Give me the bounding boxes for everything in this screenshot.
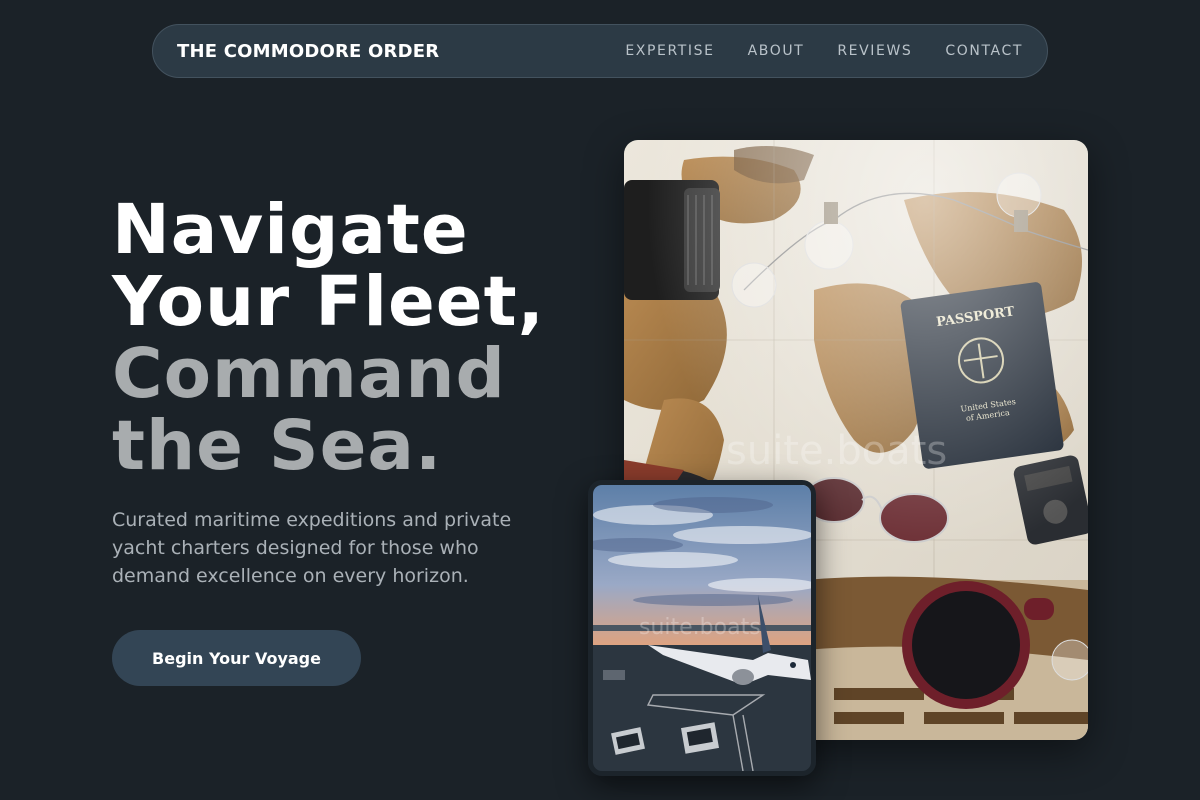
top-nav: THE COMMODORE ORDER EXPERTISE ABOUT REVI… (152, 24, 1048, 78)
nav-link-expertise[interactable]: EXPERTISE (625, 43, 714, 59)
airport-sunset-image: suite.boats (588, 480, 816, 776)
hero-description: Curated maritime expeditions and private… (112, 509, 512, 587)
image-watermark: suite.boats (726, 428, 948, 474)
nav-link-about[interactable]: ABOUT (748, 43, 805, 59)
brand-logo[interactable]: THE COMMODORE ORDER (177, 41, 439, 62)
nav-link-reviews[interactable]: REVIEWS (837, 43, 912, 59)
headline-line-4: the Sea. (112, 406, 443, 486)
image-watermark-small: suite.boats (639, 615, 761, 640)
headline-line-1: Navigate (112, 190, 469, 270)
hero-headline: Navigate Your Fleet, Command the Sea. (112, 194, 582, 482)
nav-links: EXPERTISE ABOUT REVIEWS CONTACT (625, 43, 1023, 59)
nav-link-contact[interactable]: CONTACT (945, 43, 1023, 59)
headline-line-3: Command (112, 334, 506, 414)
headline-line-2: Your Fleet, (112, 262, 545, 342)
begin-voyage-button[interactable]: Begin Your Voyage (112, 630, 361, 686)
